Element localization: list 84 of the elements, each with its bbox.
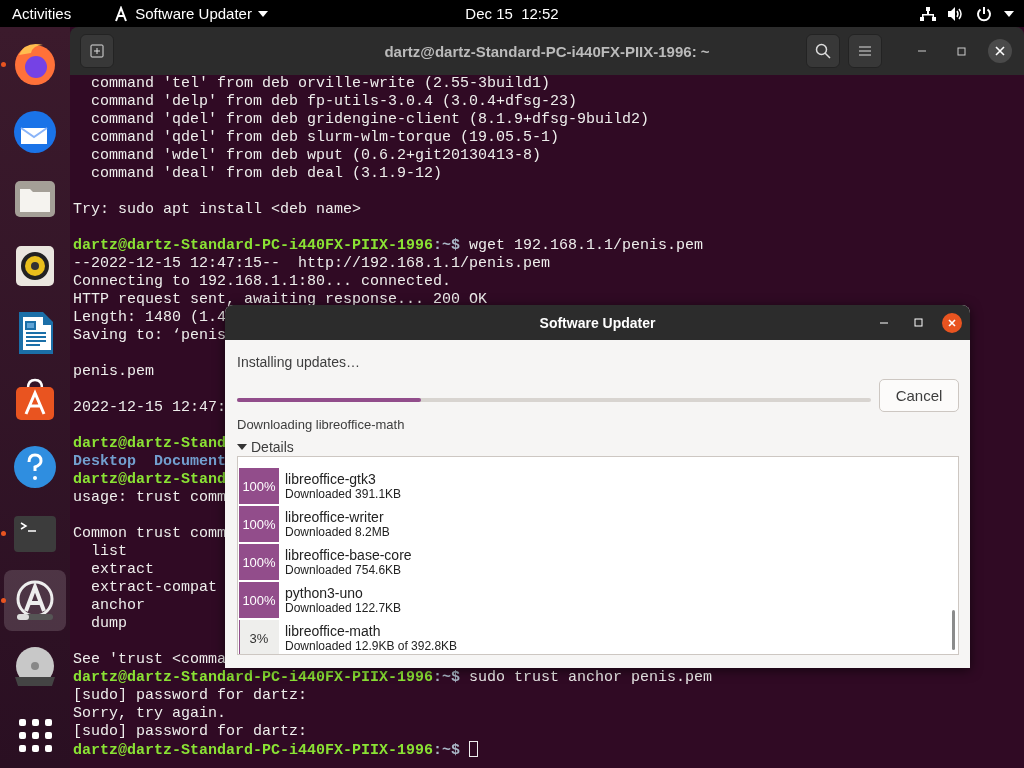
terminal-line: penis.pem xyxy=(73,363,154,381)
package-status: Downloaded 391.1KB xyxy=(285,486,402,502)
package-status: Downloaded 12.9KB of 392.8KB xyxy=(285,638,458,654)
directory-name: Desktop xyxy=(73,453,136,470)
prompt-user: dartz@dartz-Standard-PC-i440FX-PIIX-1996 xyxy=(73,742,434,759)
close-button[interactable] xyxy=(988,39,1012,63)
caret-icon xyxy=(257,10,268,17)
percent-text: 100% xyxy=(242,478,276,494)
terminal-line: command 'delp' from deb fp-utils-3.0.4 (3.0.4+dfsg-23) xyxy=(90,93,578,111)
search-button[interactable] xyxy=(806,34,840,68)
prompt-path: :~$ xyxy=(433,742,461,759)
power-icon xyxy=(976,5,992,22)
prompt-path: :~$ xyxy=(433,669,461,686)
percent-text: 100% xyxy=(242,554,276,570)
package-status: Downloaded 122.7KB xyxy=(285,600,402,616)
cancel-button[interactable]: Cancel xyxy=(879,379,959,412)
package-status: Downloaded 8.2MB xyxy=(285,524,390,540)
terminal-line: list xyxy=(90,543,127,561)
terminal-line: command 'tel' from deb orville-write (2.55-3build1) xyxy=(90,75,551,93)
menu-button[interactable] xyxy=(848,34,882,68)
terminal-line: dump xyxy=(90,615,127,633)
package-status: Downloaded 754.6KB xyxy=(285,562,403,578)
command-text: sudo trust anchor penis.pem xyxy=(468,669,713,686)
prompt-user: dartz@dartz-Stand xyxy=(73,471,227,488)
terminal-line: [sudo] password for dartz: xyxy=(73,687,308,705)
prompt-user: dartz@dartz-Standard-PC-i440FX-PIIX-1996 xyxy=(73,237,434,254)
status-heading: Installing updates… xyxy=(237,354,361,370)
details-expander[interactable]: Details xyxy=(237,439,294,455)
close-icon xyxy=(948,318,956,327)
terminal-line: Saving to: ‘penis xyxy=(73,327,227,345)
dock-item[interactable] xyxy=(4,570,66,631)
package-name: libreoffice-gtk3 xyxy=(285,470,377,487)
terminal-line: extract xyxy=(90,561,154,579)
network-icon xyxy=(920,6,936,21)
terminal-line: command 'deal' from deb deal (3.1.9-12) xyxy=(90,165,443,183)
app-menu[interactable]: Software Updater xyxy=(109,5,272,22)
directory-name: Document xyxy=(154,453,227,470)
terminal-line: command 'wdel' from deb wput (0.6.2+git20130413-8) xyxy=(90,147,542,165)
package-name: libreoffice-writer xyxy=(285,508,385,525)
window-title: dartz@dartz-Standard-PC-i440FX-PIIX-1996: ~ xyxy=(384,42,710,60)
scrollbar[interactable] xyxy=(952,610,955,650)
terminal-line: --2022-12-15 12:47:15-- http://192.168.1.1/penis.pem xyxy=(73,255,551,273)
percent-text: 100% xyxy=(242,516,276,532)
terminal-line: Length: 1480 (1.4 xyxy=(73,309,227,327)
minimize-icon xyxy=(918,50,926,52)
command-text: wget 192.168.1.1/penis.pem xyxy=(468,237,704,254)
menu-icon xyxy=(859,46,871,56)
terminal-line: HTTP request sent, awaiting response... 200 OK xyxy=(73,291,488,309)
caret-icon xyxy=(1004,10,1014,17)
terminal-line: Connecting to 192.168.1.1:80... connected. xyxy=(73,273,452,291)
package-name: libreoffice-math xyxy=(285,622,382,639)
terminal-line: command 'qdel' from deb gridengine-client (8.1.9+dfsg-9build2) xyxy=(90,111,650,129)
search-icon xyxy=(815,43,831,59)
package-name: python3-uno xyxy=(285,584,364,601)
minimize-icon xyxy=(880,321,888,324)
maximize-icon xyxy=(913,318,923,327)
close-icon xyxy=(995,46,1005,56)
new-tab-icon xyxy=(90,44,104,58)
close-button[interactable] xyxy=(942,312,962,333)
terminal-line: [sudo] password for dartz: xyxy=(73,723,308,741)
terminal-line: Try: sudo apt install <deb name> xyxy=(73,201,362,219)
terminal-line: command 'qdel' from deb slurm-wlm-torque (19.05.5-1) xyxy=(90,129,560,147)
prompt-path: :~$ xyxy=(433,237,461,254)
clock[interactable]: Dec 15 12:52 xyxy=(465,5,559,22)
prompt-user: dartz@dartz-Standard-PC-i440FX-PIIX-1996 xyxy=(73,669,434,686)
status-text: Downloading libreoffice-math xyxy=(237,417,406,432)
activities-button[interactable]: Activities xyxy=(12,5,72,22)
terminal-line: anchor xyxy=(90,597,145,615)
new-tab-button[interactable] xyxy=(80,34,114,68)
terminal-line: See 'trust <comma xyxy=(73,651,227,669)
window-title: Software Updater xyxy=(539,314,656,331)
terminal-line: extract-compat xyxy=(90,579,218,597)
terminal-line: Sorry, try again. xyxy=(73,705,227,723)
percent-text: 3% xyxy=(249,630,269,646)
prompt-user: dartz@dartz-Stand xyxy=(73,435,227,452)
terminal-line: usage: trust comm xyxy=(73,489,227,507)
percent-text: 100% xyxy=(242,592,276,608)
letter-a-icon xyxy=(113,5,130,22)
terminal-line: 2022-12-15 12:47: xyxy=(73,399,227,417)
package-name: libreoffice-base-core xyxy=(285,546,412,563)
caret-down-icon xyxy=(237,442,247,452)
terminal-line: Common trust comm xyxy=(73,525,227,543)
volume-icon xyxy=(948,6,964,21)
maximize-icon xyxy=(956,46,966,56)
